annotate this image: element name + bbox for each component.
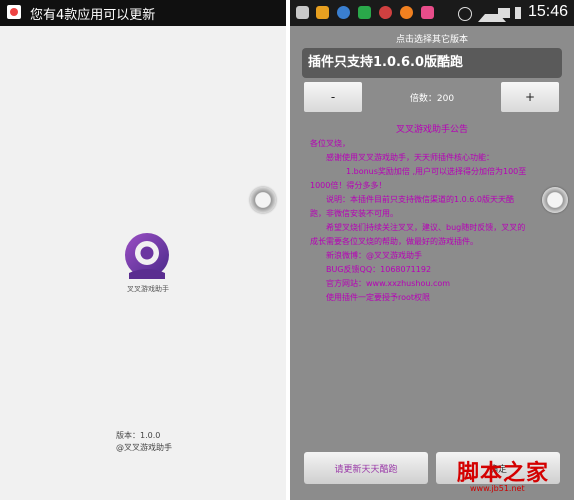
copyright-label: @叉叉游戏助手 (116, 443, 172, 452)
shield-icon (358, 6, 371, 19)
gallery-icon (296, 6, 309, 19)
multiplier-value: 倍数：200 (409, 94, 455, 104)
update-notification-text[interactable]: 您有4款应用可以更新 (30, 4, 155, 23)
floating-assist-button[interactable] (250, 187, 276, 213)
status-time: 15:46 (527, 3, 568, 20)
announcement-title: 叉叉游戏助手公告 (395, 125, 468, 135)
announcement-line: 希望叉烧们持续关注叉叉，建议、bug随时反馈，叉叉的 (326, 223, 526, 232)
qq-icon (337, 6, 350, 19)
announcement-line: 成长需要各位叉烧的帮助，做最好的游戏插件。 (310, 237, 478, 246)
version-label: 版本：1.0.0 (116, 431, 161, 440)
battery-icon (515, 7, 521, 19)
app-store-icon (421, 6, 434, 19)
decrease-multiplier-button[interactable]: - (304, 82, 362, 112)
app-update-icon (7, 5, 21, 19)
weibo-line: 新浪微博：@叉叉游戏助手 (326, 251, 422, 260)
bug-qq-line: BUG反馈QQ：1068071192 (326, 265, 432, 274)
app-notification-icon (316, 6, 329, 19)
announcement-line: 跑，非微信安装不可用。 (310, 209, 398, 218)
browser-icon (400, 6, 413, 19)
app-logo-icon (125, 233, 169, 279)
left-phone-screen: 您有4款应用可以更新 叉叉游戏助手 版本：1.0.0 @叉叉游戏助手 (0, 0, 286, 500)
site-watermark: 脚本之家 (457, 460, 550, 486)
site-watermark-url: www.jb51.net (470, 484, 525, 493)
status-bar: 15:46 (290, 0, 574, 26)
announcement-line: 1.bonus奖励加倍 ,用户可以选择得分加倍为100至 (346, 167, 527, 176)
status-bar: 您有4款应用可以更新 (0, 0, 286, 26)
alarm-app-icon (379, 6, 392, 19)
alarm-icon (458, 7, 472, 21)
website-link[interactable]: 官方网站：www.xxzhushou.com (326, 278, 450, 290)
plugin-version-selector[interactable]: 插件只支持1.0.6.0版酷跑 (302, 48, 562, 78)
select-version-hint[interactable]: 点击选择其它版本 (290, 32, 574, 45)
update-game-button[interactable]: 请更新天天酷跑 (304, 452, 428, 484)
announcement-line: 说明：本插件目前只支持微信渠道的1.0.6.0版天天酷 (326, 195, 514, 204)
announcement-line: 1000倍！得分多多！ (310, 181, 387, 190)
announcement-line: 各位叉烧， (310, 139, 350, 148)
announcement-line: 使用插件一定要授予root权限 (326, 293, 431, 302)
signal-icon (498, 8, 510, 18)
increase-multiplier-button[interactable]: + (501, 82, 559, 112)
announcement-line: 感谢使用叉叉游戏助手，天天师插件核心功能： (326, 153, 494, 162)
app-name-label: 叉叉游戏助手 (127, 285, 169, 293)
right-phone-screen: 15:46 点击选择其它版本 插件只支持1.0.6.0版酷跑 - 倍数：200 … (290, 0, 574, 500)
floating-assist-button[interactable] (542, 187, 568, 213)
